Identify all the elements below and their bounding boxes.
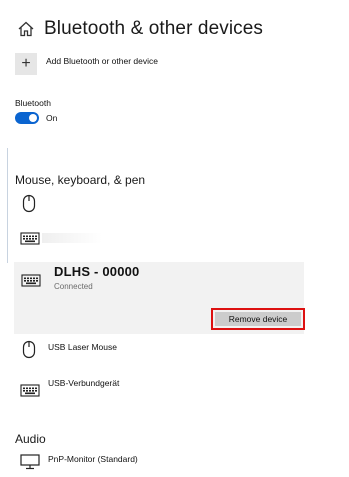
section-heading-audio: Audio bbox=[15, 432, 46, 446]
page-title: Bluetooth & other devices bbox=[44, 18, 264, 39]
bluetooth-toggle[interactable] bbox=[15, 112, 39, 124]
home-icon bbox=[18, 21, 34, 37]
device-name-pnp-monitor[interactable]: PnP-Monitor (Standard) bbox=[48, 454, 138, 464]
page-header: Bluetooth & other devices bbox=[16, 18, 263, 40]
add-device-button[interactable]: + bbox=[15, 53, 37, 75]
add-device-label[interactable]: Add Bluetooth or other device bbox=[46, 56, 158, 66]
device-status: Connected bbox=[54, 282, 93, 291]
device-name: DLHS - 00000 bbox=[54, 264, 140, 279]
selected-device-panel[interactable]: DLHS - 00000 Connected Remove device bbox=[14, 262, 305, 334]
mouse-icon[interactable] bbox=[22, 194, 36, 213]
device-name-usb-verbundgeraet[interactable]: USB-Verbundgerät bbox=[48, 378, 119, 388]
device-name-usb-laser-mouse[interactable]: USB Laser Mouse bbox=[48, 342, 117, 352]
monitor-icon[interactable] bbox=[20, 454, 40, 470]
hidden-device-row[interactable] bbox=[42, 233, 102, 243]
remove-device-button[interactable]: Remove device bbox=[215, 312, 301, 326]
bluetooth-label: Bluetooth bbox=[15, 98, 51, 108]
mouse-icon[interactable] bbox=[22, 340, 36, 359]
add-device-row[interactable]: + Add Bluetooth or other device bbox=[15, 50, 158, 75]
keyboard-icon[interactable] bbox=[20, 232, 40, 245]
section-heading-mouse-keyboard-pen: Mouse, keyboard, & pen bbox=[15, 173, 146, 187]
bluetooth-state-label: On bbox=[46, 113, 58, 123]
bluetooth-toggle-row[interactable]: On bbox=[15, 112, 57, 124]
keyboard-icon bbox=[21, 274, 41, 287]
toggle-knob bbox=[29, 114, 37, 122]
left-edge-divider bbox=[7, 148, 8, 263]
keyboard-icon[interactable] bbox=[20, 384, 40, 397]
remove-device-highlight: Remove device bbox=[211, 308, 305, 330]
